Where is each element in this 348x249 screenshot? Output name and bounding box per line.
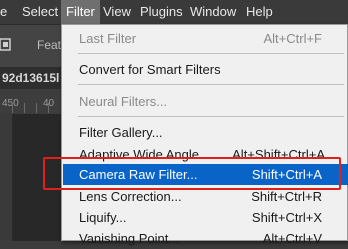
menu-item-label: Liquify... [79,210,127,225]
menu-edit[interactable]: e [0,0,12,24]
menu-window[interactable]: Window [185,0,241,24]
menu-view[interactable]: View [98,0,136,24]
menu-item-liquify[interactable]: Liquify... Shift+Ctrl+X [63,207,348,228]
ruler-label: 450 [2,98,19,109]
menu-item-last-filter[interactable]: Last Filter Alt+Ctrl+F [63,28,348,49]
menu-bar: e Select Filter View Plugins Window Help [0,0,348,25]
menu-item-shortcut: Alt+Ctrl+F [263,31,322,46]
tool-preset-icon[interactable] [0,38,12,52]
menu-item-shortcut: Shift+Ctrl+X [251,210,322,225]
menu-select[interactable]: Select [17,0,63,24]
menu-help[interactable]: Help [241,0,278,24]
menu-item-convert-smart-filters[interactable]: Convert for Smart Filters [63,59,348,80]
filter-menu-dropdown: Last Filter Alt+Ctrl+F Convert for Smart… [61,24,348,246]
menu-filter[interactable]: Filter [61,0,100,24]
menu-separator [78,84,344,85]
ruler-tick [24,103,25,113]
vertical-ruler [0,114,13,241]
menu-item-filter-gallery[interactable]: Filter Gallery... [63,122,348,143]
menu-item-label: Filter Gallery... [79,125,163,140]
menu-item-shortcut: Alt+Ctrl+V [262,231,322,246]
menu-item-label: Vanishing Point... [79,231,180,246]
feature-option-label: Feat [37,38,62,52]
menu-item-label: Convert for Smart Filters [79,62,221,77]
ruler-tick [48,103,49,113]
menu-item-vanishing-point[interactable]: Vanishing Point... Alt+Ctrl+V [63,228,348,249]
menu-separator [78,116,344,117]
ruler-tick [36,103,37,113]
menu-separator [78,53,344,54]
menu-item-label: Neural Filters... [79,94,168,109]
menu-item-neural-filters[interactable]: Neural Filters... [63,91,348,112]
ruler-tick [12,103,13,113]
menu-plugins[interactable]: Plugins [135,0,188,24]
document-tab[interactable]: 92d13615l [0,67,61,89]
highlight-annotation-box [43,157,341,190]
menu-item-label: Last Filter [79,31,137,46]
